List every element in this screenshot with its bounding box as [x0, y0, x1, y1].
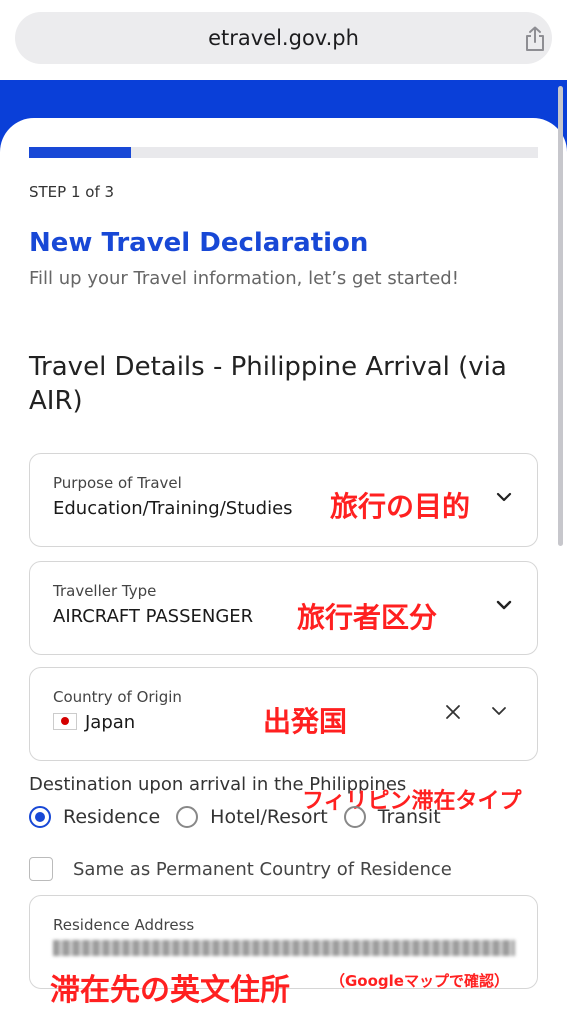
- field-value: Education/Training/Studies: [53, 498, 293, 519]
- progress-fill: [29, 147, 131, 158]
- browser-toolbar: etravel.gov.ph: [0, 0, 567, 80]
- scrollbar[interactable]: [558, 86, 563, 546]
- radio-hotel-resort[interactable]: Hotel/Resort: [176, 806, 328, 828]
- progress-bar: [29, 147, 538, 158]
- checkbox-label: Same as Permanent Country of Residence: [73, 858, 452, 880]
- field-label: Residence Address: [53, 916, 195, 934]
- radio-label: Hotel/Resort: [210, 806, 328, 828]
- japan-flag-icon: [53, 713, 77, 730]
- field-label: Traveller Type: [53, 582, 157, 600]
- annotation-address: 滞在先の英文住所: [50, 973, 290, 1008]
- step-indicator: STEP 1 of 3: [29, 183, 115, 201]
- address-bar[interactable]: etravel.gov.ph: [15, 12, 552, 64]
- share-icon[interactable]: [523, 26, 547, 52]
- redacted-address-value: [53, 940, 515, 956]
- annotation-traveller: 旅行者区分: [297, 601, 438, 634]
- page-title: New Travel Declaration: [29, 228, 369, 258]
- field-value: Japan: [53, 712, 135, 733]
- radio-button[interactable]: [176, 806, 199, 828]
- annotation-purpose: 旅行の目的: [330, 490, 471, 523]
- section-title: Travel Details - Philippine Arrival (via…: [29, 352, 507, 416]
- annotation-address-hint: （Googleマップで確認）: [330, 972, 509, 990]
- field-label: Country of Origin: [53, 688, 182, 706]
- close-icon[interactable]: [445, 704, 461, 720]
- radio-label: Transit: [377, 806, 441, 828]
- same-as-permanent-checkbox[interactable]: [29, 857, 53, 881]
- chevron-down-icon[interactable]: [495, 596, 513, 614]
- traveller-type-select[interactable]: Traveller Type AIRCRAFT PASSENGER: [29, 561, 538, 655]
- chevron-down-icon[interactable]: [490, 702, 508, 720]
- page-subtitle: Fill up your Travel information, let’s g…: [29, 268, 459, 289]
- radio-button[interactable]: [29, 806, 51, 828]
- field-value: AIRCRAFT PASSENGER: [53, 606, 254, 627]
- annotation-origin: 出発国: [263, 705, 348, 738]
- radio-transit[interactable]: Transit: [343, 806, 441, 828]
- radio-label: Residence: [63, 806, 161, 828]
- radio-button[interactable]: [343, 806, 366, 828]
- url-text: etravel.gov.ph: [208, 26, 359, 50]
- country-name: Japan: [85, 712, 136, 733]
- destination-radio-group: Residence Hotel/Resort Transit: [29, 806, 457, 828]
- radio-residence[interactable]: Residence: [29, 806, 160, 828]
- chevron-down-icon[interactable]: [495, 488, 513, 506]
- same-as-permanent-checkbox-row[interactable]: Same as Permanent Country of Residence: [29, 857, 452, 881]
- field-label: Purpose of Travel: [53, 474, 182, 492]
